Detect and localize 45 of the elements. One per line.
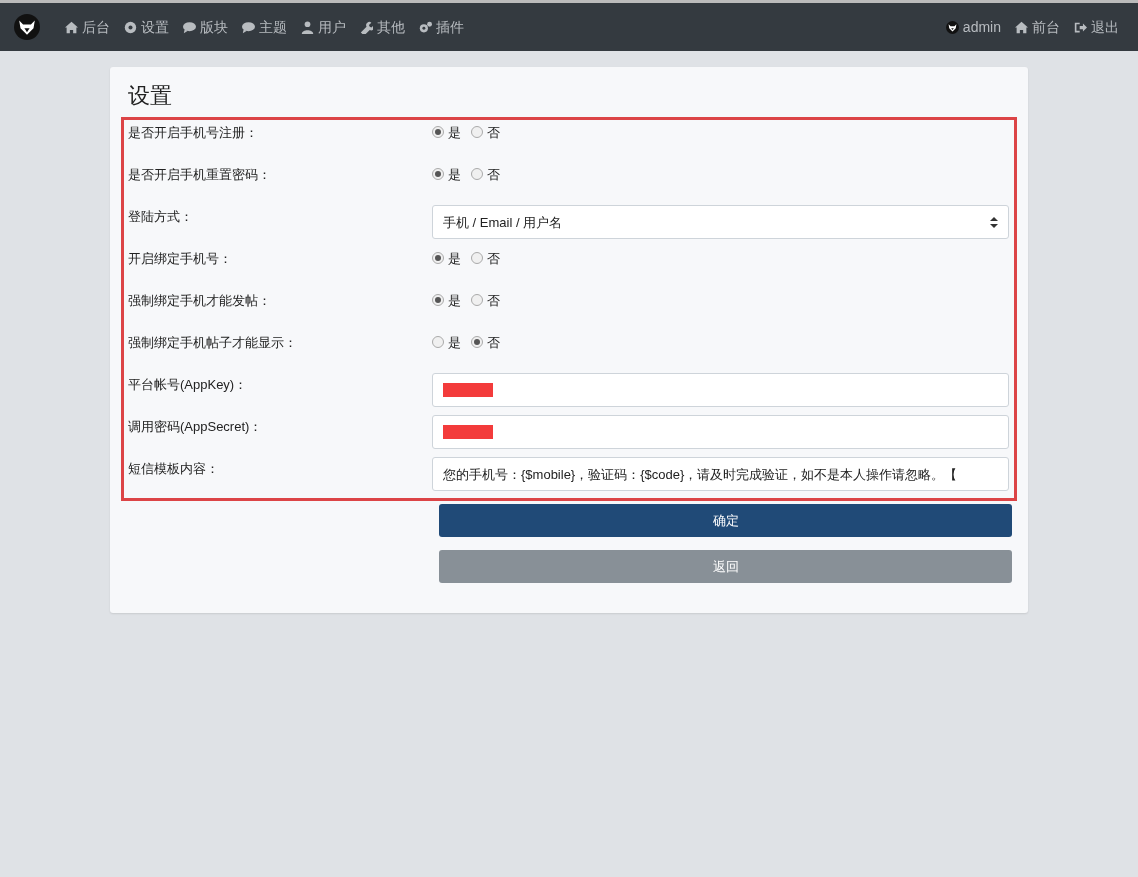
field-label: 调用密码(AppSecret)：	[128, 418, 264, 437]
field-label: 强制绑定手机才能发帖：	[128, 292, 272, 311]
radio-option[interactable]: 否	[471, 291, 500, 311]
speech-bubble-icon	[242, 20, 255, 34]
speech-bubble-icon	[183, 20, 196, 34]
field-label: 开启绑定手机号：	[128, 250, 233, 269]
nav-link[interactable]: 后台	[60, 16, 115, 38]
field-label: 登陆方式：	[128, 208, 194, 227]
nav-link[interactable]: 退出	[1069, 16, 1124, 38]
home-icon	[65, 20, 78, 34]
nav-link[interactable]: 其他	[355, 16, 410, 38]
user-icon	[301, 20, 314, 34]
field-label: 强制绑定手机帖子才能显示：	[128, 334, 298, 353]
field-label: 平台帐号(AppKey)：	[128, 376, 249, 395]
radio-option[interactable]: 是	[432, 249, 461, 269]
text-input-field[interactable]: 您的手机号：{$mobile}，验证码：{$code}，请及时完成验证，如不是本人操作请忽略。【	[432, 457, 1009, 492]
nav-link[interactable]: 用户	[296, 16, 351, 38]
nav-link[interactable]: 版块	[178, 16, 233, 38]
radio-option[interactable]: 否	[471, 249, 500, 269]
sign-out-icon	[1074, 20, 1087, 34]
nav-link[interactable]: 插件	[414, 16, 469, 38]
wrench-icon	[360, 20, 373, 34]
nav-link[interactable]: admin	[940, 16, 1006, 38]
radio-option[interactable]: 是	[432, 123, 461, 143]
logo-icon	[14, 14, 40, 40]
radio-option[interactable]: 否	[471, 123, 500, 143]
nav-link[interactable]: 设置	[119, 16, 174, 38]
text-input-field[interactable]	[432, 415, 1009, 450]
radio-option[interactable]: 是	[432, 165, 461, 185]
radio-option[interactable]: 否	[471, 165, 500, 185]
avatar-icon	[945, 20, 959, 34]
nav-link[interactable]: 主题	[237, 16, 292, 38]
field-label: 短信模板内容：	[128, 460, 220, 479]
field-label: 是否开启手机号注册：	[128, 124, 259, 143]
radio-option[interactable]: 否	[471, 333, 500, 353]
field-label: 是否开启手机重置密码：	[128, 166, 272, 185]
nav-link[interactable]: 前台	[1010, 16, 1065, 38]
radio-option[interactable]: 是	[432, 291, 461, 311]
page-title: 设置	[128, 83, 173, 110]
text-input-field[interactable]	[432, 373, 1009, 408]
confirm-button[interactable]: 确定	[439, 504, 1012, 538]
home-icon	[1015, 20, 1028, 34]
login-method-select[interactable]: 手机 / Email / 用户名	[432, 205, 1009, 240]
sort-caret-icon	[990, 216, 998, 228]
radio-option[interactable]: 是	[432, 333, 461, 353]
